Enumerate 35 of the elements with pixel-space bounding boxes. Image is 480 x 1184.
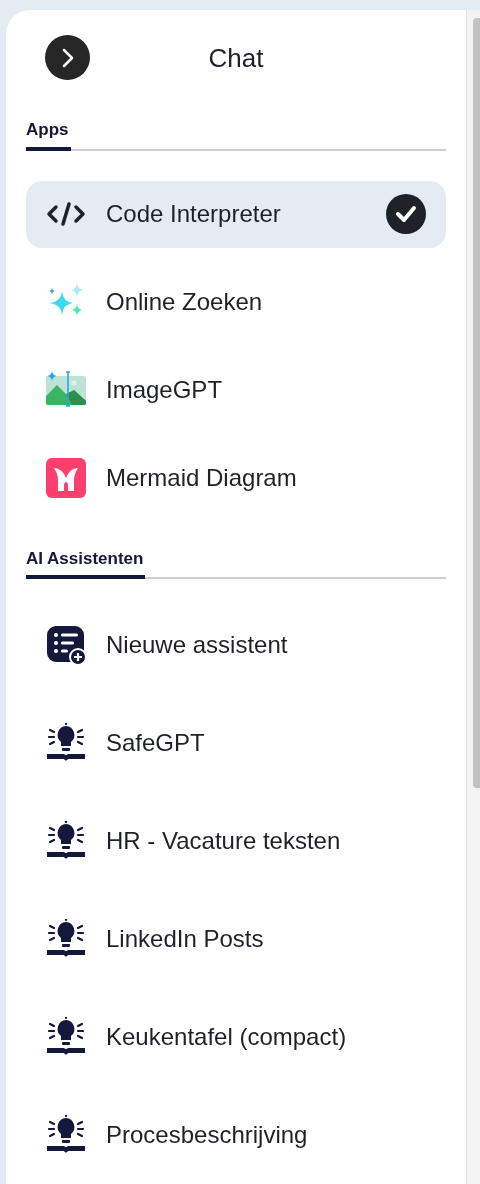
image-icon [46, 369, 86, 410]
menu-item-label: ImageGPT [106, 374, 224, 405]
menu-item-label: HR - Vacature teksten [106, 826, 342, 856]
scrollbar-thumb[interactable] [473, 18, 480, 788]
menu-item[interactable]: SafeGPT [26, 694, 446, 792]
lightbulb-book-icon [46, 919, 86, 959]
section-tab[interactable]: AI Assistenten [26, 545, 146, 579]
menu-item-label: Mermaid Diagram [106, 462, 298, 493]
menu-item[interactable]: Nieuwe assistent [26, 596, 446, 694]
mermaid-logo-icon [46, 457, 86, 498]
menu-item[interactable]: Keukentafel (compact) [26, 988, 446, 1086]
menu-item[interactable]: Code Interpreter [26, 180, 446, 248]
menu-item[interactable]: Mermaid Diagram [26, 433, 446, 522]
lightbulb-book-icon [46, 723, 86, 763]
menu-item[interactable]: Online Zoeken [26, 257, 446, 346]
expand-button[interactable] [45, 35, 90, 80]
chevron-right-icon [60, 46, 75, 69]
menu-item[interactable]: ImageGPT [26, 345, 446, 434]
menu-item-label: LinkedIn Posts [106, 924, 265, 954]
section-tab[interactable]: Apps [26, 117, 71, 151]
checkmark-icon [386, 194, 426, 234]
menu-item-label: Keukentafel (compact) [106, 1022, 348, 1052]
lightbulb-book-icon [46, 1115, 86, 1155]
lightbulb-book-icon [46, 821, 86, 861]
menu-item-label: Code Interpreter [106, 199, 282, 229]
menu-item-label: SafeGPT [106, 728, 206, 758]
menu-item-label: Procesbeschrijving [106, 1120, 309, 1150]
menu-item[interactable]: Procesbeschrijving [26, 1086, 446, 1184]
list-add-icon [46, 625, 86, 665]
lightbulb-book-icon [46, 1017, 86, 1057]
menu-item[interactable]: HR - Vacature teksten [26, 792, 446, 890]
menu-item[interactable]: LinkedIn Posts [26, 890, 446, 988]
header-title: Chat [208, 42, 264, 75]
menu-item-label: Nieuwe assistent [106, 630, 289, 660]
menu-item-label: Online Zoeken [106, 286, 264, 317]
